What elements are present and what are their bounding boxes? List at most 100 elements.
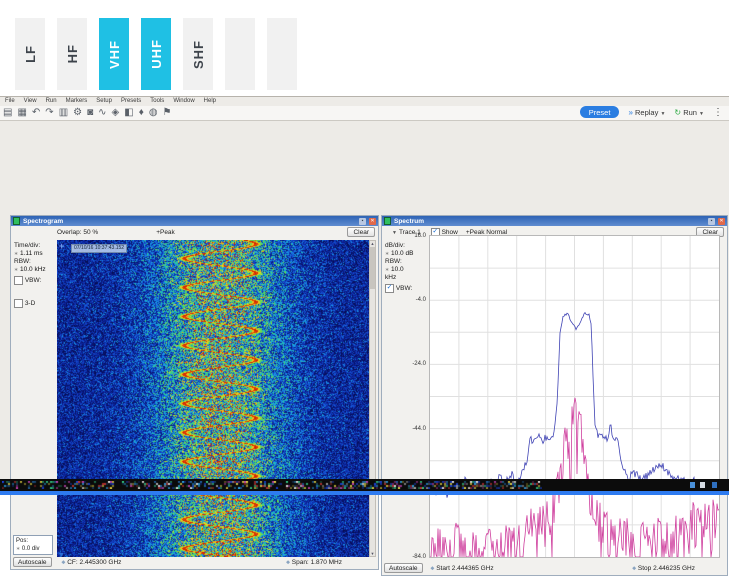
display-icon[interactable]: ◙ [87,108,93,118]
signal-icon[interactable]: ∿ [98,108,106,118]
menu-window[interactable]: Window [173,98,194,106]
run-controls: Preset » Replay ▼ ↻ Run ▼ ⋮ [579,106,723,118]
spectrogram-autoscale-button[interactable]: Autoscale [13,557,52,567]
vbw-label: VBW: [24,277,42,285]
spectrum-plot[interactable] [429,235,720,559]
scroll-up-icon[interactable]: ▲ [370,241,375,246]
band-tab-label: SHF [190,39,206,69]
menu-presets[interactable]: Presets [121,98,141,106]
menu-file[interactable]: File [5,98,15,106]
y-tick-label: -84.0 [412,554,426,560]
time-div-label: Time/div: [14,242,41,249]
spectrum-statusbar: Autoscale ◆ Start 2.444365 GHz ◆ Stop 2.… [384,562,725,574]
band-tab-label: LF [22,45,38,63]
spectrogram-statusbar: Autoscale ◆ CF: 2.445300 GHz ◆ Span: 1.8… [13,556,376,568]
band-tab-hf[interactable]: HF [57,18,87,90]
close-icon[interactable]: ✕ [718,217,725,225]
menu-view[interactable]: View [24,98,37,106]
spec-rbw-label: RBW: [385,258,402,265]
spec-vbw-checkbox[interactable]: ✓ [385,284,394,293]
band-tab-empty[interactable] [267,18,297,90]
spectrogram-title: Spectrogram [23,217,64,225]
print-icon[interactable]: ▥ [59,108,68,118]
menu-setup[interactable]: Setup [96,98,112,106]
start-value[interactable]: 2.444365 GHz [452,565,494,572]
overview-bitmap [2,481,542,489]
minimize-icon[interactable]: ▪ [359,217,366,225]
marker-icon[interactable]: ◈ [112,108,120,118]
undo-icon[interactable]: ↶ [32,108,40,118]
detection-label[interactable]: +Peak [156,229,175,236]
vbw-checkbox[interactable] [14,276,23,285]
save-icon[interactable]: ▦ [17,108,26,118]
span-value[interactable]: 1.870 MHz [311,559,342,566]
spectrogram-display[interactable]: + 07/10/16 10:37:43.152 [57,240,370,557]
band-tab-lf[interactable]: LF [15,18,45,90]
time-div-spinner[interactable]: ∗ [14,251,18,257]
menu-run[interactable]: Run [46,98,57,106]
tray-icon[interactable] [690,482,695,488]
db-div-label: dB/div: [385,242,405,249]
cf-value[interactable]: 2.445300 GHz [80,559,122,566]
span-label: Span: [291,558,309,566]
cf-diamond-icon: ◆ [61,558,66,565]
scroll-thumb[interactable] [370,247,375,289]
spectrogram-settings-sidebar: Time/div: ∗ 1.11 ms RBW: ∗ 10.0 kHz VBW:… [14,242,56,309]
rbw-label: RBW: [14,258,31,265]
band-tab-label: UHF [148,39,164,69]
marker-cross-icon[interactable]: + [59,241,64,251]
trace-dropdown-icon[interactable]: ▼ [392,230,397,236]
threed-label: 3-D [24,300,36,308]
spec-vbw-label: VBW: [395,285,413,293]
menu-markers[interactable]: Markers [66,98,88,106]
trace-icon[interactable]: ◧ [124,108,133,118]
db-div-spinner[interactable]: ∗ [385,251,389,257]
y-tick-label: -44.0 [412,425,426,432]
band-tab-uhf[interactable]: UHF [141,18,171,90]
db-div-value[interactable]: 10.0 dB [391,250,413,257]
time-div-value[interactable]: 1.11 ms [20,250,43,257]
y-tick-label: -24.0 [412,361,426,368]
spectrogram-scrollbar[interactable]: ▲ ▼ [369,240,376,557]
threed-checkbox[interactable] [14,299,23,309]
flag-icon[interactable]: ⚑ [163,108,172,118]
spectrum-autoscale-button[interactable]: Autoscale [384,563,423,573]
band-tab-vhf[interactable]: VHF [99,18,129,90]
span-diamond-icon: ◆ [286,558,290,565]
rbw-spinner[interactable]: ∗ [14,267,18,273]
menu-tools[interactable]: Tools [150,98,164,106]
pos-label: Pos: [16,538,29,544]
stop-label: Stop [637,564,652,572]
spectrum-panel: Spectrum ▪ ✕ ▼ Trace 1 ✓ Show +Peak Norm… [381,215,728,576]
open-file-icon[interactable]: ▤ [3,108,12,118]
redo-icon[interactable]: ↷ [45,108,53,118]
tray-icon[interactable] [712,482,717,488]
band-tab-shf[interactable]: SHF [183,18,213,90]
band-tab-empty[interactable] [225,18,255,90]
pos-spinner[interactable]: ∗ [16,546,20,552]
spectrogram-clear-button[interactable]: Clear [347,227,375,237]
replay-button[interactable]: » Replay ▼ [628,108,665,117]
spec-rbw-spinner[interactable]: ∗ [385,267,389,273]
pos-value[interactable]: 0.0 div [22,546,40,552]
position-field[interactable]: Pos: ∗ 0.0 div [13,535,53,555]
preset-button[interactable]: Preset [579,106,620,118]
cf-label: CF: [67,558,78,566]
frequency-band-tabs: LF HF VHF UHF SHF [15,18,297,90]
rbw-value[interactable]: 10.0 kHz [20,266,46,273]
settings-gear-icon[interactable]: ⚙ [73,108,82,118]
app-window: File View Run Markers Setup Presets Tools Windo… [0,96,729,576]
start-label: Start [436,564,450,572]
audio-icon[interactable]: ◍ [149,108,158,118]
stop-value[interactable]: 2.446235 GHz [653,565,695,572]
y-axis-labels: 16.0-4.0-24.0-44.0-64.0-84.0 [412,233,428,560]
run-button[interactable]: ↻ Run ▼ [674,108,704,117]
tray-icon[interactable] [700,482,705,488]
more-options-icon[interactable]: ⋮ [713,107,723,118]
minimize-icon[interactable]: ▪ [708,217,715,225]
stop-diamond-icon: ◆ [632,564,637,571]
acquisition-icon[interactable]: ♦ [139,108,144,118]
spectrogram-header: Overlap: 50 % +Peak Clear [11,226,378,239]
close-icon[interactable]: ✕ [369,217,376,225]
menu-help[interactable]: Help [204,98,216,106]
